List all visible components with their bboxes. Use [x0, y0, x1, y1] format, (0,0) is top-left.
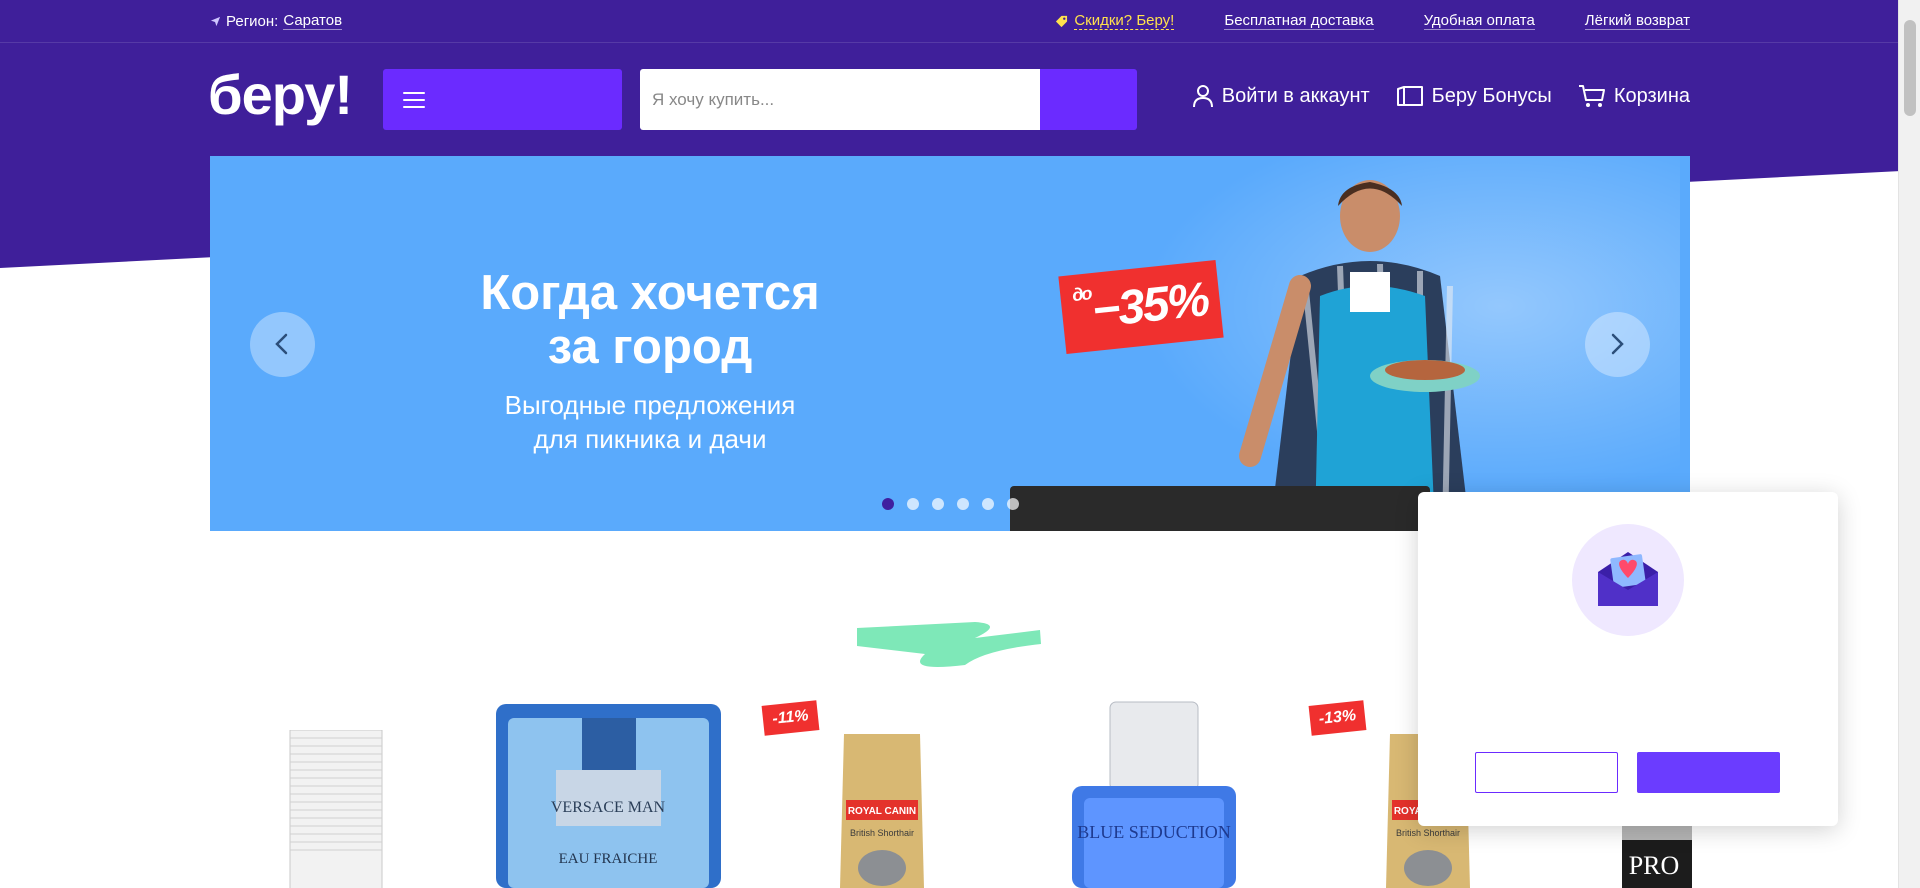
region-city[interactable]: Саратов — [283, 12, 343, 30]
promo-link-label[interactable]: Скидки? Беру! — [1074, 12, 1175, 30]
banner-title: Когда хочется за город — [440, 266, 860, 374]
carousel-dot-1[interactable] — [882, 498, 894, 510]
banner-person-illustration — [1239, 180, 1480, 531]
popup-secondary-button[interactable] — [1475, 752, 1618, 793]
perfume-bottle-image: VERSACE MAN EAU FRAICHE — [496, 704, 721, 888]
product-perfume-versace[interactable]: VERSACE MAN EAU FRAICHE — [496, 700, 721, 888]
banner-subtitle-line1: Выгодные предложения — [504, 390, 796, 420]
perfume-sub-text: EAU FRAICHE — [559, 851, 658, 867]
region-label: Регион: — [226, 12, 279, 30]
pet-food-brand-text: PRO — [1629, 851, 1680, 880]
returns-link[interactable]: Лёгкий возврат — [1584, 12, 1690, 30]
chevron-right-icon — [1611, 333, 1624, 355]
user-nav: Войти в аккаунт Беру Бонусы Корзина — [1192, 84, 1690, 108]
free-delivery-link[interactable]: Бесплатная доставка — [1224, 12, 1374, 30]
banner-title-line2: за город — [547, 320, 753, 374]
carousel-dot-5[interactable] — [982, 498, 994, 510]
perfume-brand-text: VERSACE MAN — [551, 799, 666, 816]
cart-icon — [1578, 85, 1605, 107]
scrollbar-thumb[interactable] — [1904, 20, 1916, 116]
promo-link[interactable]: Скидки? Беру! — [1055, 12, 1175, 30]
subscription-popup — [1418, 492, 1838, 826]
popup-icon-circle — [1572, 524, 1684, 636]
payment-link[interactable]: Удобная оплата — [1423, 12, 1535, 30]
cat-food-sub-text: British Shorthair — [850, 828, 914, 838]
tag-icon — [1056, 15, 1068, 27]
cat-food-brand-text: ROYAL CANIN — [848, 806, 916, 817]
bonus-box-icon — [1396, 86, 1423, 106]
page-scrollbar[interactable] — [1898, 0, 1920, 888]
banner-subtitle: Выгодные предложения для пикника и дачи — [440, 388, 860, 456]
chevron-left-icon — [275, 333, 288, 355]
blue-perfume-text: BLUE SEDUCTION — [1077, 822, 1231, 842]
product-perfume-blue[interactable]: BLUE SEDUCTION — [1070, 700, 1238, 888]
carousel-next-button[interactable] — [1585, 312, 1650, 377]
envelope-heart-icon — [1598, 552, 1658, 606]
carousel-dot-6[interactable] — [1007, 498, 1019, 510]
catalog-button[interactable] — [383, 69, 622, 130]
banner-grill — [1010, 486, 1430, 531]
discount-tag: до−35% — [1058, 259, 1224, 355]
menu-icon — [403, 92, 425, 108]
product-blinds[interactable] — [288, 730, 384, 888]
cart-link[interactable]: Корзина — [1578, 84, 1690, 108]
discount-prefix: до — [1071, 283, 1092, 306]
search-button[interactable] — [1040, 69, 1137, 130]
promo-banner[interactable]: Когда хочется за город Выгодные предложе… — [210, 156, 1690, 531]
banner-subtitle-line2: для пикника и дачи — [533, 424, 767, 454]
carousel-prev-button[interactable] — [250, 312, 315, 377]
user-icon — [1192, 85, 1213, 108]
login-link[interactable]: Войти в аккаунт — [1192, 84, 1370, 108]
discount-value: −35% — [1089, 273, 1211, 338]
carousel-dot-2[interactable] — [907, 498, 919, 510]
banner-title-line1: Когда хочется — [480, 266, 820, 320]
cart-label: Корзина — [1613, 84, 1690, 107]
discount-badge-1: -11% — [761, 700, 820, 736]
location-arrow-icon — [210, 16, 221, 26]
product-cat-food-1[interactable]: ROYAL CANIN British Shorthair — [838, 730, 926, 888]
section-brush-stroke — [857, 622, 1041, 667]
bonuses-label: Беру Бонусы — [1431, 84, 1552, 107]
product-pet-food-pro[interactable]: PRO — [1622, 826, 1692, 888]
popup-primary-button[interactable] — [1637, 752, 1780, 793]
top-links: Скидки? Беру! Бесплатная доставка Удобна… — [1055, 12, 1690, 30]
bonuses-link[interactable]: Беру Бонусы — [1396, 84, 1552, 108]
login-label: Войти в аккаунт — [1221, 84, 1370, 107]
discount-badge-2: -13% — [1308, 700, 1367, 736]
search-input[interactable] — [640, 69, 1040, 130]
logo[interactable]: беру! — [208, 62, 353, 127]
top-info-bar: Регион: Саратов Скидки? Беру! Бесплатная… — [0, 0, 1898, 43]
carousel-dot-4[interactable] — [957, 498, 969, 510]
carousel-dots — [882, 498, 1019, 510]
carousel-dot-3[interactable] — [932, 498, 944, 510]
search-bar — [640, 69, 1137, 130]
cat-food-sub-text-2: British Shorthair — [1396, 828, 1460, 838]
region-selector[interactable]: Регион: Саратов — [210, 12, 343, 30]
